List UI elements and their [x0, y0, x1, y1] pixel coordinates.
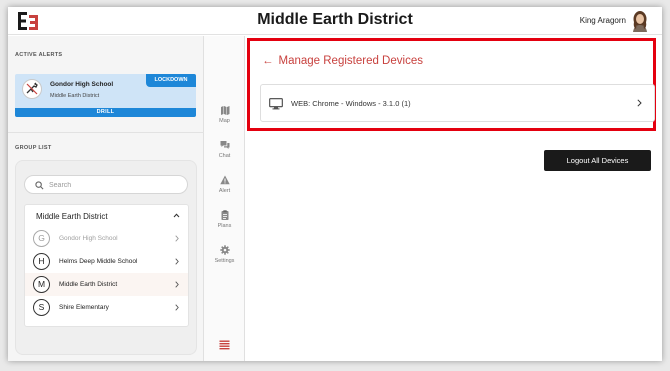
- map-icon: [221, 106, 230, 115]
- drill-status-bar: DRILL: [15, 108, 196, 117]
- nav-label: Plans: [217, 223, 232, 229]
- chevron-up-icon[interactable]: [173, 213, 180, 218]
- chat-icon: [220, 141, 230, 149]
- search-input[interactable]: [49, 179, 179, 191]
- group-letter-badge: S: [33, 299, 50, 316]
- group-header[interactable]: Middle Earth District: [25, 205, 188, 227]
- alert-district-name: Middle Earth District: [50, 93, 100, 99]
- nav-item-settings[interactable]: Settings: [204, 245, 245, 273]
- chevron-right-icon: [175, 281, 179, 288]
- chevron-right-icon: [637, 99, 642, 107]
- alert-icon: [220, 175, 230, 185]
- nav-label: Alert: [218, 188, 231, 194]
- lockdown-badge: LOCKDOWN: [146, 74, 196, 87]
- group-item-gondor-high-school[interactable]: G Gondor High School: [25, 227, 188, 250]
- nav-item-plans[interactable]: Plans: [204, 210, 245, 238]
- active-alerts-label: ACTIVE ALERTS: [15, 52, 63, 58]
- chevron-right-icon: [175, 258, 179, 265]
- main-content: ← Manage Registered Devices WEB: Chrome -…: [245, 36, 662, 361]
- group-item-label: Gondor High School: [59, 235, 118, 242]
- group-letter-badge: H: [33, 253, 50, 270]
- nav-label: Settings: [214, 258, 235, 264]
- nav-item-alert[interactable]: Alert: [204, 175, 245, 203]
- group-name: Middle Earth District: [36, 212, 108, 221]
- nav-item-map[interactable]: Map: [204, 105, 245, 133]
- section-title: Manage Registered Devices: [278, 55, 423, 67]
- group-letter-badge: G: [33, 230, 50, 247]
- group-list-panel: Middle Earth District G Gondor High Scho…: [15, 160, 197, 355]
- group-item-helms-deep-middle-school[interactable]: H Helms Deep Middle School: [25, 250, 188, 273]
- group-letter-badge: M: [33, 276, 50, 293]
- left-sidebar: ACTIVE ALERTS Gondor High School Middle …: [8, 36, 204, 361]
- alert-card[interactable]: Gondor High School Middle Earth District…: [15, 74, 196, 117]
- nav-label: Chat: [218, 153, 231, 159]
- search-box[interactable]: [24, 175, 188, 194]
- app-header: Middle Earth District King Aragorn: [8, 7, 662, 35]
- device-label: WEB: Chrome - Windows - 3.1.0 (1): [291, 99, 411, 108]
- search-icon: [35, 181, 44, 190]
- settings-icon: [220, 245, 230, 255]
- icon-nav: Map Chat Alert Plans Settings: [204, 36, 245, 361]
- group-item-label: Helms Deep Middle School: [59, 258, 138, 265]
- page-title: Middle Earth District: [257, 11, 413, 28]
- device-row[interactable]: WEB: Chrome - Windows - 3.1.0 (1): [260, 84, 655, 122]
- user-name[interactable]: King Aragorn: [580, 16, 626, 25]
- no-weapon-icon: [22, 79, 42, 99]
- nav-label: Map: [219, 118, 230, 124]
- group-list-label: GROUP LIST: [15, 145, 52, 151]
- back-link[interactable]: ← Manage Registered Devices: [262, 55, 423, 67]
- app-window: Middle Earth District King Aragorn ACTIV…: [8, 7, 662, 361]
- highlight-box: ← Manage Registered Devices WEB: Chrome -…: [247, 38, 656, 131]
- chevron-right-icon: [175, 304, 179, 311]
- user-avatar[interactable]: [630, 10, 650, 32]
- plans-icon: [221, 210, 229, 220]
- group-item-shire-elementary[interactable]: S Shire Elementary: [25, 296, 188, 319]
- alert-school-name: Gondor High School: [50, 81, 114, 88]
- chevron-right-icon: [175, 235, 179, 242]
- monitor-icon: [269, 98, 283, 110]
- group-item-label: Shire Elementary: [59, 304, 109, 311]
- sidebar-divider: [8, 132, 204, 133]
- hamburger-menu-icon[interactable]: [219, 340, 230, 350]
- group-list: Middle Earth District G Gondor High Scho…: [24, 204, 189, 327]
- group-item-label: Middle Earth District: [59, 281, 118, 288]
- nav-item-chat[interactable]: Chat: [204, 140, 245, 168]
- logout-all-devices-button[interactable]: Logout All Devices: [544, 150, 651, 171]
- back-arrow-icon[interactable]: ←: [262, 55, 274, 67]
- group-item-middle-earth-district[interactable]: M Middle Earth District: [25, 273, 188, 296]
